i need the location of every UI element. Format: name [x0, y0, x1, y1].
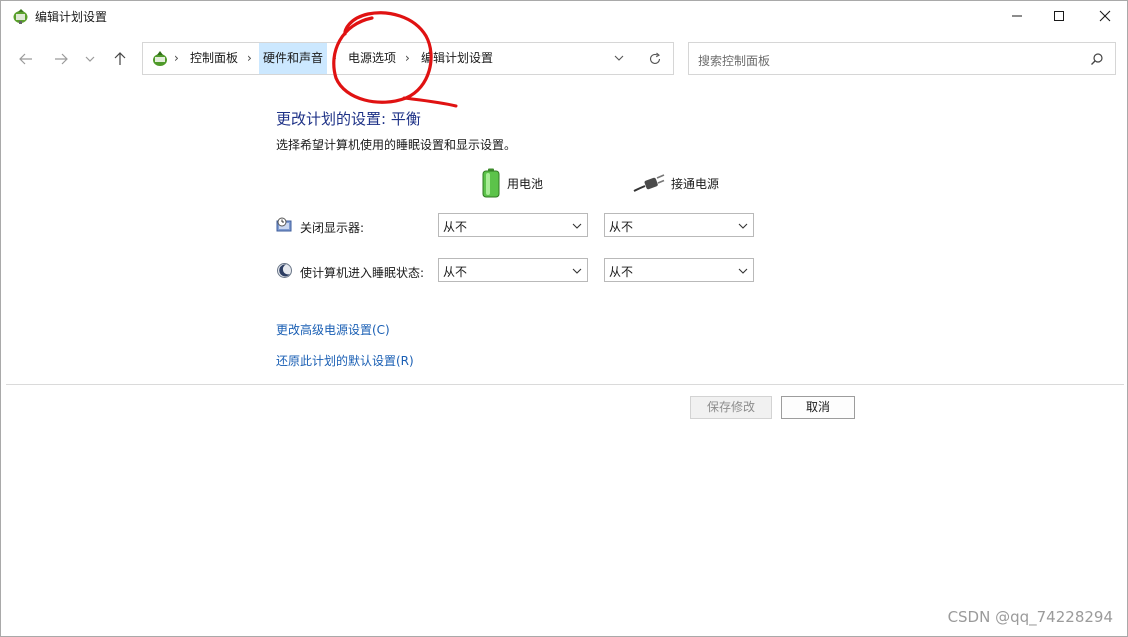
breadcrumb-separator: ›: [332, 51, 337, 65]
select-value: 从不: [609, 220, 634, 234]
breadcrumb-control-panel[interactable]: 控制面板: [186, 43, 242, 74]
maximize-button[interactable]: [1036, 1, 1082, 31]
arrow-up-icon: [114, 52, 126, 65]
forward-button[interactable]: [49, 47, 73, 71]
chevron-down-icon: [572, 223, 582, 229]
advanced-power-settings-link[interactable]: 更改高级电源设置(C): [276, 321, 390, 338]
chevron-down-icon: [738, 223, 748, 229]
divider: [6, 384, 1124, 385]
battery-label: 用电池: [507, 176, 544, 191]
maximize-icon: [1054, 11, 1064, 21]
select-value: 从不: [609, 265, 634, 279]
breadcrumb-separator: ›: [247, 51, 252, 65]
close-button[interactable]: [1082, 1, 1127, 31]
select-value: 从不: [443, 220, 468, 234]
arrow-left-icon: [19, 53, 32, 65]
sleep-label: 使计算机进入睡眠状态:: [300, 266, 425, 280]
address-dropdown-icon[interactable]: [613, 53, 625, 63]
refresh-icon[interactable]: [648, 52, 662, 66]
chevron-down-icon: [85, 56, 95, 62]
power-plug-icon: [633, 174, 665, 192]
window-title: 编辑计划设置: [35, 10, 108, 24]
close-icon: [1099, 10, 1111, 22]
address-bar[interactable]: › 控制面板 › 硬件和声音 › 电源选项 › 编辑计划设置: [142, 42, 674, 75]
back-button[interactable]: [14, 47, 38, 71]
save-changes-button[interactable]: 保存修改: [690, 396, 772, 419]
up-button[interactable]: [108, 47, 132, 71]
page-description: 选择希望计算机使用的睡眠设置和显示设置。: [276, 138, 517, 152]
chevron-down-icon: [572, 268, 582, 274]
restore-defaults-link[interactable]: 还原此计划的默认设置(R): [276, 352, 414, 369]
cancel-button[interactable]: 取消: [781, 396, 855, 419]
sleep-battery-select[interactable]: 从不: [438, 258, 588, 282]
sleep-plugged-select[interactable]: 从不: [604, 258, 754, 282]
breadcrumb-edit-plan-settings[interactable]: 编辑计划设置: [417, 43, 497, 74]
breadcrumb-hardware-and-sound[interactable]: 硬件和声音: [259, 43, 328, 74]
plugged-in-label: 接通电源: [671, 176, 720, 191]
search-placeholder: 搜索控制面板: [698, 54, 771, 68]
turn-off-display-battery-select[interactable]: 从不: [438, 213, 588, 237]
column-header-plugged-in: 接通电源: [633, 167, 719, 199]
select-value: 从不: [443, 265, 468, 279]
arrow-right-icon: [55, 53, 68, 65]
watermark: CSDN @qq_74228294: [947, 608, 1113, 626]
turn-off-display-plugged-select[interactable]: 从不: [604, 213, 754, 237]
search-box[interactable]: 搜索控制面板: [688, 42, 1116, 75]
breadcrumb-separator: ›: [174, 51, 179, 65]
page-title: 更改计划的设置: 平衡: [276, 110, 421, 128]
search-icon[interactable]: [1090, 52, 1104, 66]
minimize-icon: [1012, 15, 1022, 17]
edit-plan-settings-window: 编辑计划设置 › 控制面板 › 硬件和声音 › 电源选项 › 编辑计划设置 搜索…: [0, 0, 1128, 637]
turn-off-display-label: 关闭显示器:: [300, 221, 365, 235]
sleep-moon-icon: [277, 263, 292, 278]
recent-locations-button[interactable]: [80, 47, 100, 71]
display-off-icon: [276, 217, 292, 232]
column-header-battery: 用电池: [481, 167, 543, 199]
battery-icon: [482, 168, 500, 198]
chevron-down-icon: [738, 268, 748, 274]
minimize-button[interactable]: [994, 1, 1040, 31]
breadcrumb-power-options[interactable]: 电源选项: [344, 43, 400, 74]
title-bar: 编辑计划设置: [1, 1, 1127, 31]
control-panel-icon: [153, 51, 167, 66]
breadcrumb-separator: ›: [405, 51, 410, 65]
power-options-icon: [13, 9, 28, 24]
